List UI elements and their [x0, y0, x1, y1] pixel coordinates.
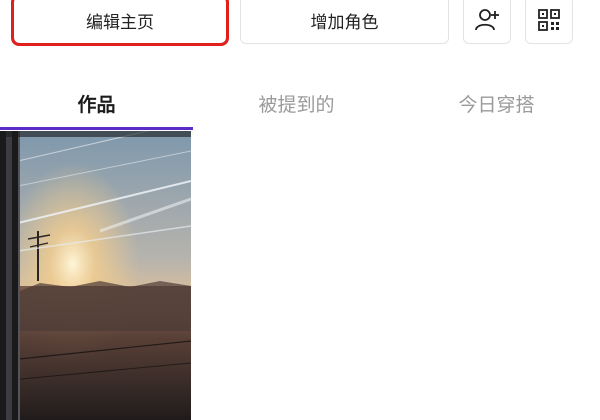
profile-tabs: 作品 被提到的 今日穿搭 — [0, 76, 600, 132]
tab-mentioned[interactable]: 被提到的 — [200, 76, 393, 130]
work-thumbnail[interactable] — [0, 131, 191, 420]
tab-works-label: 作品 — [77, 93, 116, 116]
user-plus-icon — [474, 7, 500, 33]
tab-todays-outfit[interactable]: 今日穿搭 — [400, 76, 593, 130]
qr-code-button[interactable] — [525, 0, 573, 44]
profile-action-bar: 编辑主页 增加角色 — [0, 0, 600, 56]
active-tab-indicator — [0, 127, 193, 130]
edit-profile-button[interactable]: 编辑主页 — [11, 0, 229, 46]
tab-mentioned-label: 被提到的 — [258, 93, 335, 116]
qr-code-icon — [537, 8, 561, 32]
sunset-train-photo — [0, 131, 191, 420]
edit-profile-label: 编辑主页 — [86, 12, 154, 33]
tab-works[interactable]: 作品 — [0, 76, 193, 130]
add-role-label: 增加角色 — [310, 12, 379, 33]
works-grid — [0, 131, 600, 420]
add-role-button[interactable]: 增加角色 — [240, 0, 449, 44]
tab-todays-outfit-label: 今日穿搭 — [458, 93, 535, 116]
add-friend-button[interactable] — [463, 0, 511, 44]
